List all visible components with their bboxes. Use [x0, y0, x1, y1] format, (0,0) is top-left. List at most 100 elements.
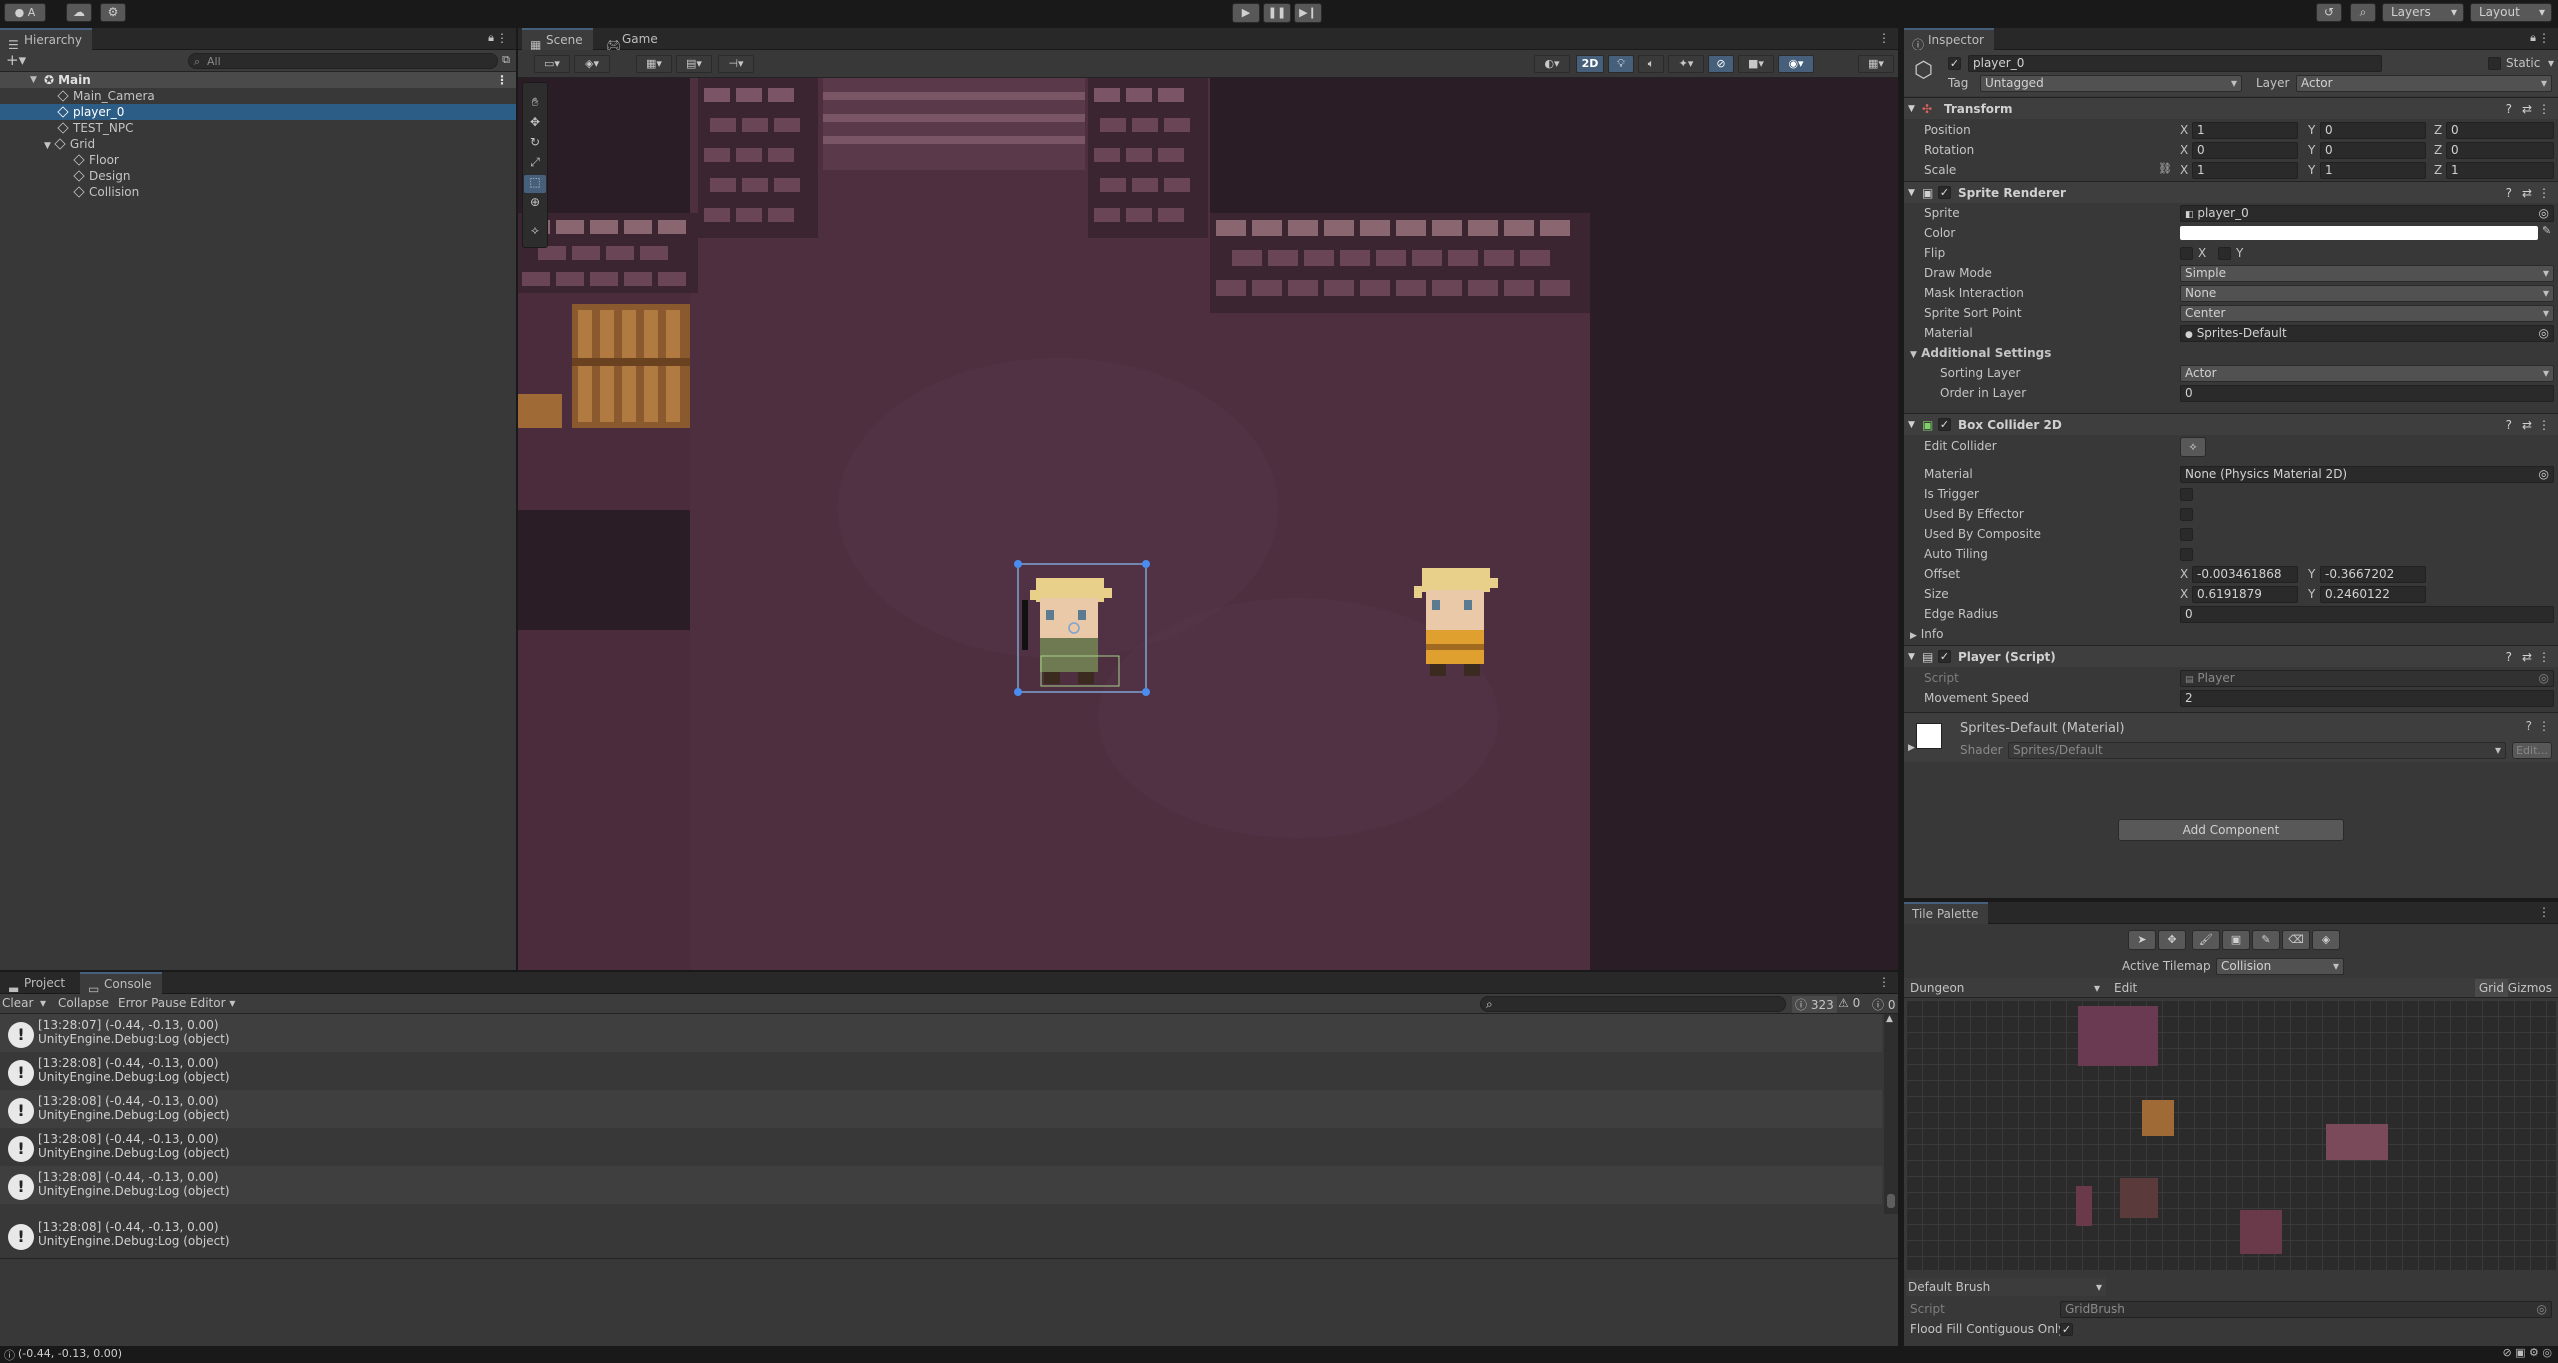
brush-dropdown[interactable]: Default Brush ▾ [1906, 1278, 2106, 1296]
selection-handle[interactable] [1142, 560, 1150, 568]
help-icon[interactable]: ? [2506, 182, 2512, 204]
log-entry[interactable]: ! [13:28:08] (-0.44, -0.13, 0.00) UnityEng… [0, 1128, 1882, 1166]
is-trigger-checkbox[interactable] [2180, 488, 2193, 501]
palette-grid-view[interactable] [1906, 1000, 2556, 1270]
log-entry[interactable]: ! [13:28:07] (-0.44, -0.13, 0.00) UnityEng… [0, 1014, 1882, 1052]
order-in-layer-field[interactable]: 0 [2180, 385, 2554, 402]
help-icon[interactable]: ? [2506, 414, 2512, 436]
selection-handle[interactable] [1014, 688, 1022, 696]
shader-dropdown[interactable]: Sprites/Default [2008, 742, 2506, 759]
sprite-renderer-enabled-checkbox[interactable]: ✓ [1938, 186, 1951, 199]
static-checkbox[interactable] [2488, 57, 2501, 70]
link-icon[interactable]: ⛓︎ [2158, 162, 2172, 175]
tab-console[interactable]: ▭ Console [80, 972, 162, 996]
object-picker-icon[interactable]: ◎ [2539, 467, 2549, 482]
hidden-objects-button[interactable]: ⊘ [1708, 55, 1734, 73]
step-button[interactable]: ▶❙ [1294, 3, 1322, 23]
search-button[interactable]: ⌕ [2350, 3, 2376, 22]
palette-edit-button[interactable]: Edit [2110, 979, 2141, 997]
scene-viewport[interactable]: ✋︎ ✥ ↻ ⤢ ⬚ ⊕ ⟡ [518, 78, 1898, 970]
console-search-input[interactable]: ⌕ [1480, 996, 1786, 1012]
layer-dropdown[interactable]: Actor [2296, 75, 2552, 92]
log-entry[interactable]: ! [13:28:08] (-0.44, -0.13, 0.00) UnityEng… [0, 1166, 1882, 1204]
grid-snap-button[interactable]: ▦▾ [636, 55, 672, 73]
bc-material-field[interactable]: None (Physics Material 2D) ◎ [2180, 466, 2554, 483]
player-script-header[interactable]: ▼ ▤ ✓ Player (Script) ? ⇄ ⋮ [1904, 645, 2558, 667]
tree-item-grid[interactable]: ▼ Grid [44, 136, 95, 152]
help-icon[interactable]: ? [2506, 98, 2512, 120]
effects-button[interactable]: ✦▾ [1668, 55, 1704, 73]
tag-dropdown[interactable]: Untagged [1980, 75, 2242, 92]
object-name-field[interactable]: player_0 [1968, 55, 2382, 72]
used-by-effector-checkbox[interactable] [2180, 508, 2193, 521]
overlay-button[interactable]: ▦▾ [1858, 55, 1894, 73]
add-component-button[interactable]: Add Component [2118, 819, 2344, 841]
position-y-field[interactable]: 0 [2320, 122, 2426, 139]
tree-item-collision[interactable]: Collision [73, 184, 139, 200]
scale-tool-icon[interactable]: ⤢ [524, 155, 546, 173]
clear-options-icon[interactable]: ▾ [40, 996, 46, 1010]
tab-inspector[interactable]: ⓘ Inspector [1904, 28, 1994, 52]
additional-settings-label[interactable]: ▼ Additional Settings [1910, 346, 2051, 360]
edge-radius-field[interactable]: 0 [2180, 606, 2554, 623]
audio-button[interactable]: 🔈︎ [1638, 55, 1664, 73]
size-x-field[interactable]: 0.6191879 [2192, 586, 2298, 603]
size-y-field[interactable]: 0.2460122 [2320, 586, 2426, 603]
menu-dots-icon[interactable]: ⋮ [2538, 905, 2550, 919]
palette-grid-toggle[interactable]: Grid [2474, 979, 2508, 997]
preset-icon[interactable]: ⇄ [2522, 182, 2532, 204]
hierarchy-search-input[interactable]: ⌕ All [188, 53, 498, 69]
move-tool-button[interactable]: ✥ [2158, 930, 2186, 950]
menu-dots-icon[interactable]: ⋮ [2538, 414, 2550, 436]
scrollbar-up-icon[interactable]: ▲ [1886, 1014, 1893, 1024]
offset-y-field[interactable]: -0.3667202 [2320, 566, 2426, 583]
error-pause-toggle[interactable]: Error Pause [118, 996, 186, 1010]
tree-item-main-camera[interactable]: Main_Camera [57, 88, 155, 104]
selection-handle[interactable] [1014, 560, 1022, 568]
scale-y-field[interactable]: 1 [2320, 162, 2426, 179]
collab-button[interactable]: ⚙ [100, 3, 126, 22]
2d-mode-button[interactable]: 2D [1576, 55, 1604, 73]
menu-dots-icon[interactable]: ⋮ [496, 72, 508, 88]
tree-item-design[interactable]: Design [73, 168, 130, 184]
rect-tool-icon[interactable]: ⬚ [524, 175, 546, 193]
eraser-tool-button[interactable]: ⌫ [2282, 930, 2310, 950]
picker-tool-button[interactable]: ✎ [2252, 930, 2280, 950]
orientation-button[interactable]: ◐▾ [1534, 55, 1570, 73]
sprite-renderer-header[interactable]: ▼ ▣ ✓ Sprite Renderer ? ⇄ ⋮ [1904, 181, 2558, 203]
active-checkbox[interactable]: ✓ [1948, 57, 1961, 70]
expand-arrow-icon[interactable]: ▼ [44, 141, 51, 151]
sr-material-field[interactable]: ● Sprites-Default ◎ [2180, 325, 2554, 342]
tree-item-floor[interactable]: Floor [73, 152, 119, 168]
preset-icon[interactable]: ⇄ [2522, 98, 2532, 120]
box-collider-header[interactable]: ▼ ▣ ✓ Box Collider 2D ? ⇄ ⋮ [1904, 413, 2558, 435]
log-entry[interactable]: ! [13:28:08] (-0.44, -0.13, 0.00) UnityEng… [0, 1090, 1882, 1128]
preset-icon[interactable]: ⇄ [2522, 414, 2532, 436]
sorting-layer-dropdown[interactable]: Actor [2180, 365, 2554, 382]
color-swatch[interactable] [2180, 226, 2538, 240]
tree-item-main[interactable]: ▼ ✪ Main ⋮ [0, 72, 516, 88]
account-button[interactable]: ● A [4, 3, 46, 22]
menu-dots-icon[interactable]: ⋮ [2538, 31, 2550, 45]
lock-icon[interactable]: 🔒︎ [488, 31, 494, 45]
add-icon[interactable]: +▾ [6, 51, 26, 69]
tree-item-test-npc[interactable]: TEST_NPC [57, 120, 133, 136]
paint-tool-button[interactable]: 🖌︎ [2192, 930, 2220, 950]
cloud-button[interactable]: ☁ [66, 3, 92, 22]
hand-tool-icon[interactable]: ✋︎ [524, 95, 546, 113]
draw-mode-dropdown[interactable]: Simple [2180, 265, 2554, 282]
fill-tool-button[interactable]: ◈ [2312, 930, 2340, 950]
chevron-down-icon[interactable]: ▾ [2548, 56, 2554, 70]
help-icon[interactable]: ? [2506, 646, 2512, 668]
box-fill-tool-button[interactable]: ▣ [2222, 930, 2250, 950]
flip-y-checkbox[interactable] [2218, 247, 2231, 260]
flood-fill-checkbox[interactable]: ✓ [2060, 1323, 2073, 1336]
offset-x-field[interactable]: -0.003461868 [2192, 566, 2298, 583]
expand-arrow-icon[interactable]: ▶ [1908, 743, 1915, 753]
eyedropper-icon[interactable]: ✎ [2542, 224, 2551, 237]
selection-handle[interactable] [1142, 688, 1150, 696]
rotation-y-field[interactable]: 0 [2320, 142, 2426, 159]
sprite-field[interactable]: ◧ player_0 ◎ [2180, 205, 2554, 222]
align-button[interactable]: ⊣▾ [718, 55, 754, 73]
object-picker-icon[interactable]: ◎ [2539, 206, 2549, 221]
